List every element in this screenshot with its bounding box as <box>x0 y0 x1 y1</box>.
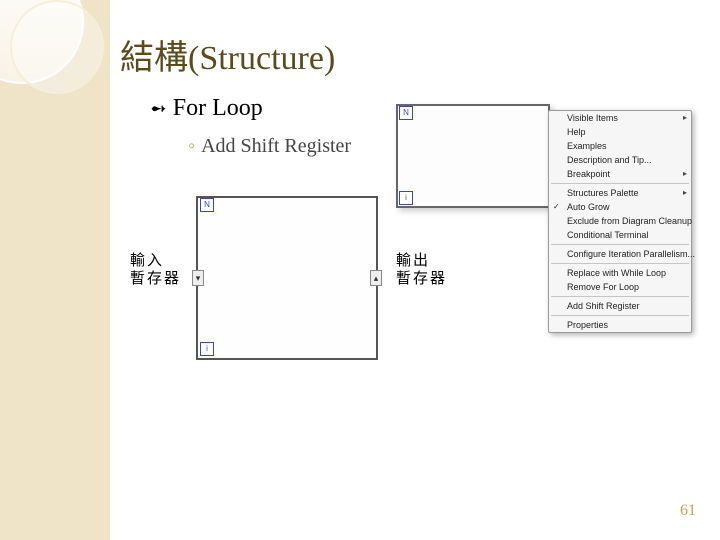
menu-item-replace-with-while-loop[interactable]: Replace with While Loop <box>549 266 691 280</box>
menu-item-add-shift-register[interactable]: Add Shift Register <box>549 299 691 313</box>
output-register-label: 輸出 暫存器 <box>396 252 447 288</box>
menu-separator <box>551 263 689 264</box>
menu-item-auto-grow[interactable]: Auto Grow <box>549 200 691 214</box>
menu-item-conditional-terminal[interactable]: Conditional Terminal <box>549 228 691 242</box>
slide-title: 結構(Structure) <box>120 30 335 79</box>
menu-item-breakpoint[interactable]: Breakpoint <box>549 167 691 181</box>
menu-separator <box>551 315 689 316</box>
menu-item-properties[interactable]: Properties <box>549 318 691 332</box>
menu-item-exclude-from-diagram-cleanup[interactable]: Exclude from Diagram Cleanup <box>549 214 691 228</box>
input-register-label: 輸入 暫存器 <box>130 252 181 288</box>
slide-subheading: Add Shift Register <box>188 135 351 158</box>
menu-separator <box>551 183 689 184</box>
context-menu[interactable]: Visible ItemsHelpExamplesDescription and… <box>548 110 692 333</box>
menu-item-examples[interactable]: Examples <box>549 139 691 153</box>
label-line: 暫存器 <box>396 271 447 287</box>
shift-register-right[interactable]: ▴ <box>370 270 382 286</box>
menu-item-description-and-tip[interactable]: Description and Tip... <box>549 153 691 167</box>
shift-register-left[interactable]: ▾ <box>192 270 204 286</box>
slide-heading: For Loop <box>150 95 263 122</box>
i-terminal[interactable]: i <box>200 342 214 356</box>
menu-separator <box>551 244 689 245</box>
menu-item-remove-for-loop[interactable]: Remove For Loop <box>549 280 691 294</box>
n-terminal[interactable]: N <box>399 106 413 120</box>
page-number: 61 <box>680 502 696 520</box>
menu-item-visible-items[interactable]: Visible Items <box>549 111 691 125</box>
menu-item-configure-iteration-parallelism[interactable]: Configure Iteration Parallelism... <box>549 247 691 261</box>
label-line: 輸入 <box>130 253 164 269</box>
for-loop-structure-selected[interactable]: N i <box>396 104 550 208</box>
label-line: 輸出 <box>396 253 430 269</box>
slide-corner-decoration <box>0 0 120 120</box>
for-loop-structure[interactable]: N i ▾ ▴ <box>196 196 378 360</box>
n-terminal[interactable]: N <box>200 198 214 212</box>
menu-item-structures-palette[interactable]: Structures Palette <box>549 186 691 200</box>
menu-item-help[interactable]: Help <box>549 125 691 139</box>
menu-separator <box>551 296 689 297</box>
label-line: 暫存器 <box>130 271 181 287</box>
i-terminal[interactable]: i <box>399 191 413 205</box>
